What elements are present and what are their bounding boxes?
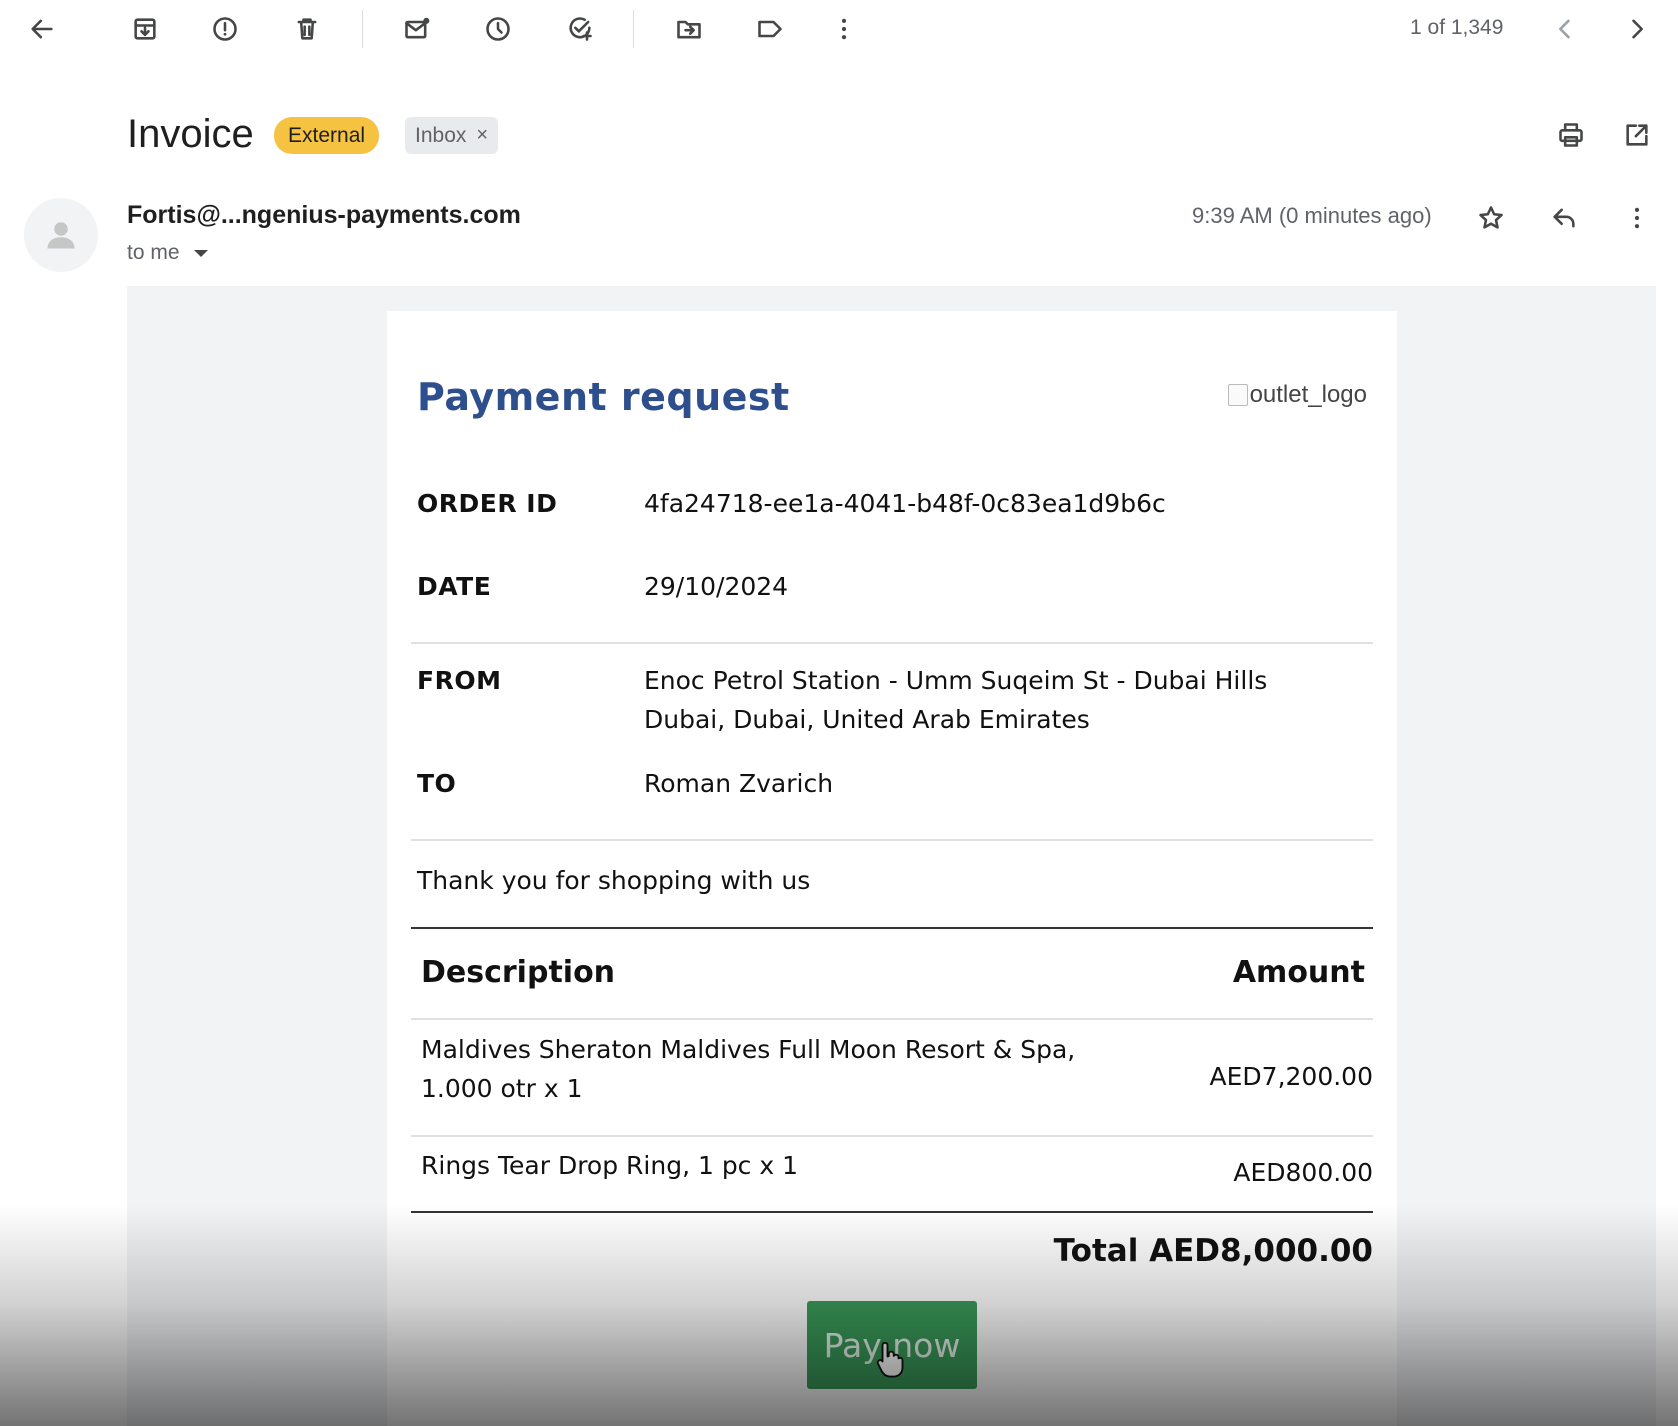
hand-cursor-icon — [876, 1341, 904, 1378]
person-icon — [47, 222, 75, 249]
add-task-icon[interactable] — [560, 9, 600, 49]
delete-icon[interactable] — [287, 9, 327, 49]
mark-unread-icon[interactable] — [397, 9, 437, 49]
item-description-line2: 1.000 otr x 1 — [421, 1074, 583, 1103]
invoice-title: Payment request — [417, 375, 790, 419]
label-external: External — [274, 117, 380, 154]
item-description-line1: Rings Tear Drop Ring, 1 pc x 1 — [421, 1151, 799, 1180]
recipient-text: to me — [127, 241, 180, 264]
remove-label-icon[interactable]: × — [476, 124, 488, 147]
divider — [411, 839, 1373, 841]
item-amount: AED7,200.00 — [1209, 1062, 1373, 1091]
caret-down-icon[interactable] — [193, 249, 208, 257]
email-timestamp: 9:39 AM (0 minutes ago) — [1192, 203, 1432, 228]
broken-image-icon — [1227, 384, 1248, 406]
chevron-right-icon[interactable] — [1617, 9, 1657, 49]
label-inbox-text: Inbox — [415, 123, 467, 147]
divider — [411, 1135, 1373, 1137]
invoice-total: Total AED8,000.00 — [1053, 1233, 1373, 1269]
outlet-logo-alt-text: outlet_logo — [1249, 381, 1367, 408]
invoice-card: Payment request outlet_logo ORDER ID 4fa… — [387, 311, 1397, 1426]
email-subject: Invoice — [127, 112, 254, 156]
divider — [411, 1018, 1373, 1020]
more-vert-icon[interactable] — [1617, 198, 1657, 238]
star-icon[interactable] — [1471, 198, 1511, 238]
pager-count: 1 of 1,349 — [1410, 16, 1504, 39]
divider — [411, 642, 1373, 644]
from-label: FROM — [417, 666, 502, 695]
order-id-value: 4fa24718-ee1a-4041-b48f-0c83ea1d9b6c — [644, 489, 1166, 518]
thank-you-message: Thank you for shopping with us — [417, 866, 811, 895]
more-vert-icon[interactable] — [824, 9, 864, 49]
snooze-icon[interactable] — [478, 9, 518, 49]
table-header-amount: Amount — [1232, 955, 1365, 990]
open-in-new-window-icon[interactable] — [1617, 115, 1657, 155]
table-top-rule — [411, 927, 1373, 929]
back-arrow-icon[interactable] — [22, 9, 62, 49]
outlet-logo: outlet_logo — [1227, 381, 1367, 409]
reply-icon[interactable] — [1544, 198, 1584, 238]
label-icon[interactable] — [750, 9, 790, 49]
report-spam-icon[interactable] — [205, 9, 245, 49]
chevron-left-icon[interactable] — [1545, 9, 1585, 49]
label-inbox[interactable]: Inbox × — [405, 117, 499, 154]
toolbar-separator — [633, 10, 634, 48]
toolbar-separator — [362, 10, 363, 48]
recipient-details[interactable]: to me — [127, 241, 208, 265]
sender-avatar — [24, 198, 98, 272]
to-value: Roman Zvarich — [644, 769, 834, 798]
sender-address[interactable]: Fortis@...ngenius-payments.com — [127, 201, 521, 230]
order-id-label: ORDER ID — [417, 489, 558, 518]
item-description-line1: Maldives Sheraton Maldives Full Moon Res… — [421, 1035, 1076, 1064]
date-label: DATE — [417, 572, 492, 601]
item-amount: AED800.00 — [1233, 1158, 1373, 1187]
print-icon[interactable] — [1551, 115, 1591, 155]
move-to-icon[interactable] — [669, 9, 709, 49]
table-header-description: Description — [421, 955, 616, 990]
from-address-line2: Dubai, Dubai, United Arab Emirates — [644, 705, 1090, 734]
archive-icon[interactable] — [125, 9, 165, 49]
to-label: TO — [417, 769, 457, 798]
table-bottom-rule — [411, 1211, 1373, 1213]
date-value: 29/10/2024 — [644, 572, 789, 601]
from-address-line1: Enoc Petrol Station - Umm Suqeim St - Du… — [644, 666, 1268, 695]
